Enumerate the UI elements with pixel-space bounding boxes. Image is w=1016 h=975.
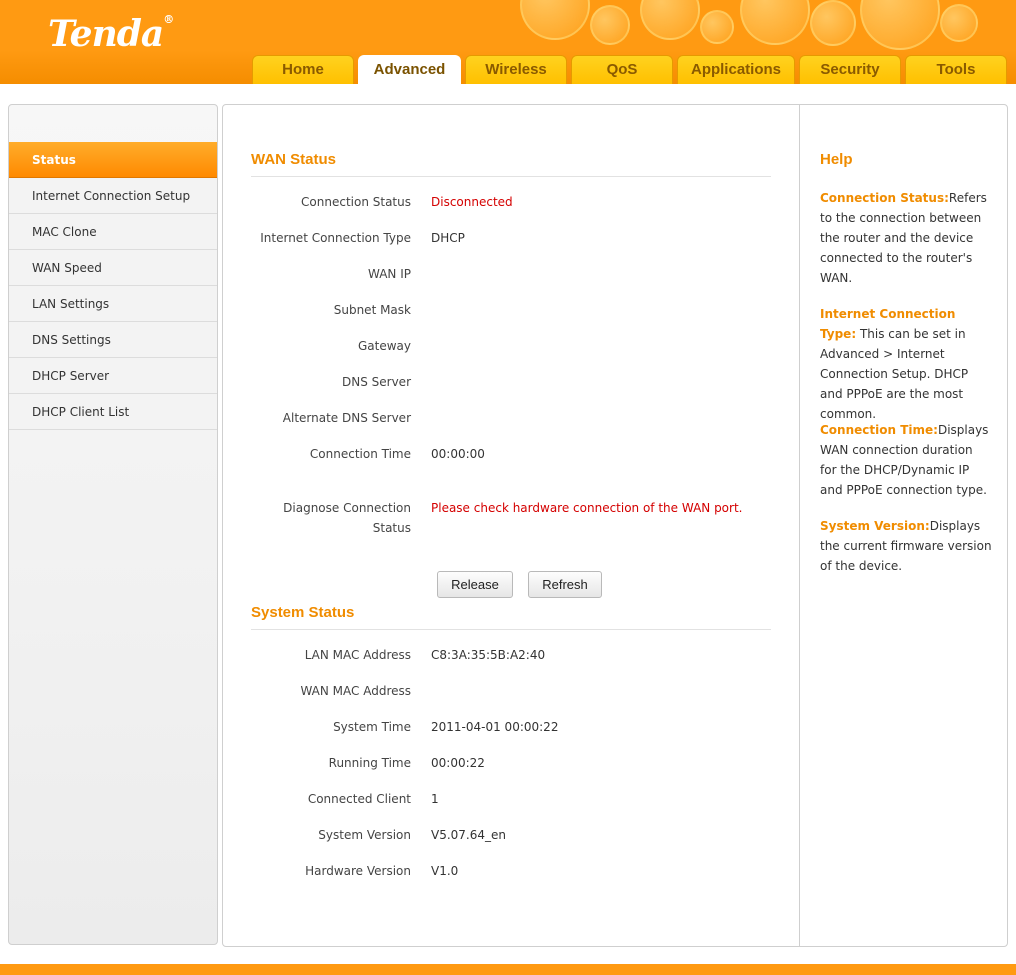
- refresh-button[interactable]: Refresh: [528, 571, 602, 598]
- help-entry-key: Connection Time:: [820, 423, 938, 437]
- decorative-bubble: [640, 0, 700, 40]
- diagnose-value: Please check hardware connection of the …: [431, 501, 743, 515]
- row-label: Alternate DNS Server: [282, 411, 411, 425]
- system-time-value: 2011-04-01 00:00:22: [431, 720, 559, 734]
- connected-client-value: 1: [431, 792, 439, 806]
- diagnose-label-line2: Status: [372, 521, 411, 535]
- help-entry-key: System Version:: [820, 519, 930, 533]
- sidebar-item-dns-settings[interactable]: DNS Settings: [9, 322, 217, 358]
- help-entry: Connection Status:Refers to the connecti…: [820, 188, 992, 288]
- decorative-bubble: [810, 0, 856, 46]
- diagnose-label-line1: Diagnose Connection: [283, 501, 411, 515]
- sidebar-item-mac-clone[interactable]: MAC Clone: [9, 214, 217, 250]
- sidebar-item-dhcp-server[interactable]: DHCP Server: [9, 358, 217, 394]
- row-label: Gateway: [357, 339, 411, 353]
- decorative-bubble: [520, 0, 590, 40]
- decorative-bubble: [700, 10, 734, 44]
- row-label: Running Time: [328, 756, 411, 770]
- footer-bar: [0, 964, 1016, 975]
- row-label: DNS Server: [342, 375, 411, 389]
- row-label: WAN MAC Address: [300, 684, 411, 698]
- tenda-logo: Tenda®: [48, 13, 174, 55]
- row-label: Connected Client: [307, 792, 411, 806]
- connection-status-value: Disconnected: [431, 195, 513, 209]
- tab-security[interactable]: Security: [799, 55, 901, 84]
- sidebar-item-lan-settings[interactable]: LAN Settings: [9, 286, 217, 322]
- row-label: LAN MAC Address: [304, 648, 411, 662]
- diagnose-label: Diagnose Connection Status: [231, 498, 411, 538]
- row-label: Hardware Version: [305, 864, 411, 878]
- help-entry: System Version:Displays the current firm…: [820, 516, 992, 576]
- help-entry-text: This can be set in Advanced > Internet C…: [820, 327, 969, 421]
- row-label: Connection Time: [309, 447, 411, 461]
- tab-tools[interactable]: Tools: [905, 55, 1007, 84]
- sidebar-item-internet-connection-setup[interactable]: Internet Connection Setup: [9, 178, 217, 214]
- decorative-bubble: [740, 0, 810, 45]
- row-label: Subnet Mask: [333, 303, 411, 317]
- decorative-bubble: [940, 4, 978, 42]
- help-divider: [799, 105, 800, 946]
- row-label: Internet Connection Type: [260, 231, 411, 245]
- system-status-title: System Status: [251, 604, 355, 621]
- main-panel: WAN Status Connection Status Disconnecte…: [222, 104, 1008, 947]
- connection-time-value: 00:00:00: [431, 447, 485, 461]
- row-label: WAN IP: [368, 267, 411, 281]
- decorative-bubble: [860, 0, 940, 50]
- row-label: Connection Status: [301, 195, 411, 209]
- release-button[interactable]: Release: [437, 571, 513, 598]
- help-title: Help: [820, 151, 853, 168]
- row-label: System Time: [333, 720, 411, 734]
- tab-advanced[interactable]: Advanced: [358, 55, 461, 84]
- decorative-bubble: [590, 5, 630, 45]
- tab-applications[interactable]: Applications: [677, 55, 795, 84]
- lan-mac-value: C8:3A:35:5B:A2:40: [431, 648, 546, 662]
- tab-qos[interactable]: QoS: [571, 55, 673, 84]
- tab-home[interactable]: Home: [252, 55, 354, 84]
- help-entry: Internet Connection Type: This can be se…: [820, 304, 992, 424]
- help-entry-text: Refers to the connection between the rou…: [820, 191, 987, 285]
- help-entry: Connection Time:Displays WAN connection …: [820, 420, 992, 500]
- tab-wireless[interactable]: Wireless: [465, 55, 567, 84]
- sidebar-item-dhcp-client-list[interactable]: DHCP Client List: [9, 394, 217, 430]
- system-version-value: V5.07.64_en: [431, 828, 506, 842]
- sidebar-item-wan-speed[interactable]: WAN Speed: [9, 250, 217, 286]
- wan-status-title: WAN Status: [251, 151, 337, 168]
- help-entry-key: Connection Status:: [820, 191, 949, 205]
- header: Tenda® Home Advanced Wireless QoS Applic…: [0, 0, 1016, 84]
- running-time-value: 00:00:22: [431, 756, 485, 770]
- connection-type-value: DHCP: [431, 231, 465, 245]
- hardware-version-value: V1.0: [431, 864, 459, 878]
- section-divider: [251, 176, 771, 177]
- section-divider: [251, 629, 771, 630]
- row-label: System Version: [318, 828, 411, 842]
- sidebar: Status Internet Connection Setup MAC Clo…: [8, 104, 218, 945]
- sidebar-item-status[interactable]: Status: [9, 142, 217, 178]
